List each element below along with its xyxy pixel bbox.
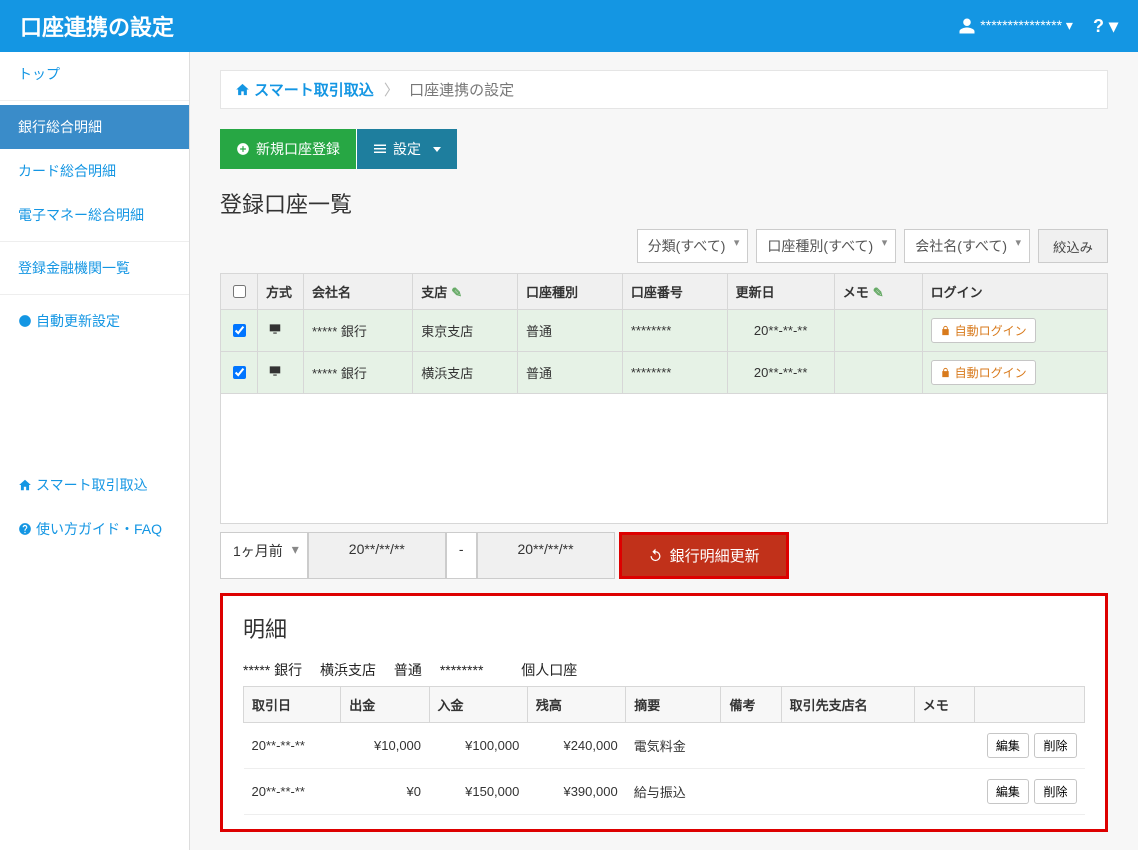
date-to[interactable]: 20**/**/**	[477, 532, 615, 579]
sidebar-item-top[interactable]: トップ	[0, 52, 189, 96]
detail-section: 明細 ***** 銀行 横浜支店 普通 ******** 個人口座 取引日 出金…	[220, 593, 1108, 832]
sidebar: トップ 銀行総合明細 カード総合明細 電子マネー総合明細 登録金融機関一覧 自動…	[0, 52, 190, 850]
details-table: 取引日 出金 入金 残高 摘要 備考 取引先支店名 メモ 20**-**-** …	[243, 686, 1085, 815]
topbar: 口座連携の設定 *************** ▾ ? ▾	[0, 0, 1138, 52]
col-updated: 更新日	[727, 274, 834, 310]
sidebar-item-faq[interactable]: 使い方ガイド・FAQ	[0, 507, 189, 551]
filter-company[interactable]: 会社名(すべて)	[904, 229, 1030, 263]
update-details-button[interactable]: 銀行明細更新	[622, 535, 786, 576]
monitor-icon	[266, 322, 284, 336]
col-login: ログイン	[922, 274, 1107, 310]
breadcrumb-current: 口座連携の設定	[409, 82, 514, 99]
main-content: スマート取引取込 〉 口座連携の設定 新規口座登録 設定 登録口座一覧 分類(す…	[190, 52, 1138, 850]
monitor-icon	[266, 364, 284, 378]
menu-icon	[373, 143, 387, 155]
accounts-heading: 登録口座一覧	[220, 187, 1108, 219]
pencil-icon[interactable]: ✎	[873, 285, 884, 300]
col-company: 会社名	[304, 274, 413, 310]
select-all-checkbox[interactable]	[233, 285, 246, 298]
settings-button[interactable]: 設定	[356, 129, 457, 169]
sidebar-item-reglist[interactable]: 登録金融機関一覧	[0, 246, 189, 290]
table-row: ***** 銀行 東京支店 普通 ******** 20**-**-** 自動ロ…	[221, 310, 1108, 352]
breadcrumb: スマート取引取込 〉 口座連携の設定	[220, 70, 1108, 109]
edit-button[interactable]: 編集	[987, 733, 1029, 758]
row-checkbox[interactable]	[233, 324, 246, 337]
date-from[interactable]: 20**/**/**	[308, 532, 446, 579]
delete-button[interactable]: 削除	[1034, 779, 1076, 804]
auto-login-button[interactable]: 自動ログイン	[931, 360, 1036, 385]
table-row: 20**-**-** ¥10,000 ¥100,000 ¥240,000 電気料…	[244, 723, 1085, 769]
lock-icon	[940, 325, 951, 336]
chevron-down-icon	[433, 147, 441, 152]
username: ***************	[980, 17, 1062, 33]
row-checkbox[interactable]	[233, 366, 246, 379]
question-icon	[18, 522, 32, 536]
filter-category[interactable]: 分類(すべて)	[637, 229, 749, 263]
clock-icon	[18, 314, 32, 328]
edit-button[interactable]: 編集	[987, 779, 1029, 804]
col-method: 方式	[258, 274, 304, 310]
col-number: 口座番号	[622, 274, 727, 310]
home-icon	[18, 478, 32, 492]
filter-account-type[interactable]: 口座種別(すべて)	[756, 229, 896, 263]
filter-button[interactable]: 絞込み	[1038, 229, 1108, 263]
sidebar-item-card[interactable]: カード総合明細	[0, 149, 189, 193]
refresh-icon	[648, 548, 663, 563]
user-menu[interactable]: *************** ▾	[958, 17, 1073, 35]
detail-account-line: ***** 銀行 横浜支店 普通 ******** 個人口座	[243, 660, 1085, 680]
sidebar-item-autoupdate[interactable]: 自動更新設定	[0, 299, 189, 343]
page-title: 口座連携の設定	[20, 10, 174, 42]
home-icon	[235, 82, 250, 97]
date-dash: -	[446, 532, 477, 579]
pencil-icon[interactable]: ✎	[451, 285, 462, 300]
user-icon	[958, 17, 976, 35]
delete-button[interactable]: 削除	[1034, 733, 1076, 758]
new-account-button[interactable]: 新規口座登録	[220, 129, 356, 169]
auto-login-button[interactable]: 自動ログイン	[931, 318, 1036, 343]
col-branch: 支店✎	[413, 274, 518, 310]
sidebar-item-smart[interactable]: スマート取引取込	[0, 463, 189, 507]
lock-icon	[940, 367, 951, 378]
breadcrumb-home[interactable]: スマート取引取込	[254, 82, 374, 99]
period-select[interactable]: 1ヶ月前	[220, 532, 308, 579]
accounts-table: 方式 会社名 支店✎ 口座種別 口座番号 更新日 メモ✎ ログイン ***** …	[220, 273, 1108, 394]
plus-circle-icon	[236, 142, 250, 156]
detail-title: 明細	[243, 612, 1085, 644]
sidebar-item-emoney[interactable]: 電子マネー総合明細	[0, 193, 189, 237]
table-row: 20**-**-** ¥0 ¥150,000 ¥390,000 給与振込 編集 …	[244, 769, 1085, 815]
help-menu[interactable]: ? ▾	[1093, 16, 1118, 37]
table-row: ***** 銀行 横浜支店 普通 ******** 20**-**-** 自動ロ…	[221, 352, 1108, 394]
sidebar-item-bank[interactable]: 銀行総合明細	[0, 105, 189, 149]
col-memo: メモ✎	[834, 274, 922, 310]
chevron-right-icon: 〉	[384, 82, 399, 99]
col-type: 口座種別	[518, 274, 623, 310]
